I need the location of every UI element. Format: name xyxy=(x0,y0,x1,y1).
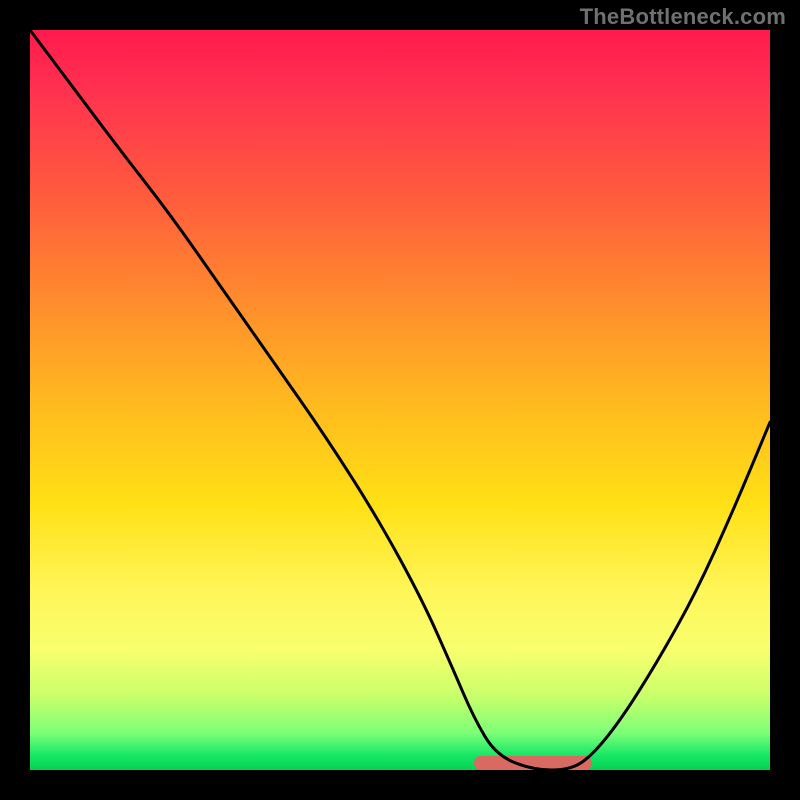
bottleneck-curve xyxy=(30,30,770,770)
plot-area xyxy=(30,30,770,770)
watermark-text: TheBottleneck.com xyxy=(580,4,786,30)
chart-frame: TheBottleneck.com xyxy=(0,0,800,800)
curve-path xyxy=(30,30,770,770)
